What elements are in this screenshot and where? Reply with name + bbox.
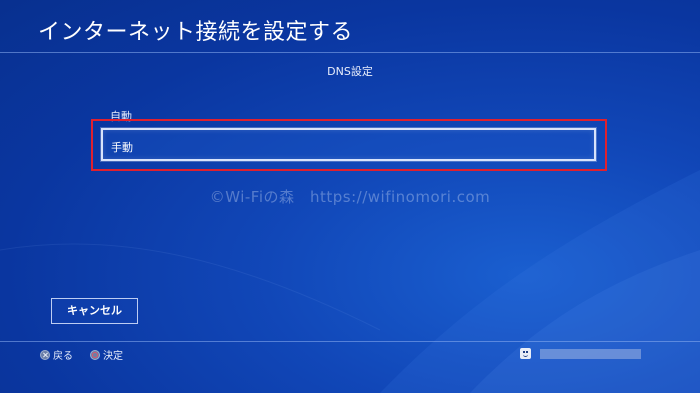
- hint-confirm-label: 決定: [103, 351, 123, 362]
- screen-subtitle: DNS設定: [327, 65, 373, 78]
- user-status: [520, 348, 641, 359]
- circle-button-icon: [90, 349, 100, 360]
- user-name-redacted: [540, 348, 641, 359]
- hint-back-label: 戻る: [53, 351, 73, 362]
- page-title: インターネット接続を設定する: [38, 20, 354, 45]
- cancel-button[interactable]: キャンセル: [51, 298, 138, 324]
- footer-divider: [0, 341, 700, 342]
- hint-confirm: 決定: [90, 347, 123, 362]
- header-bar: インターネット接続を設定する: [0, 0, 700, 53]
- watermark-text: ©Wi-Fiの森 https://wifinomori.com: [209, 188, 491, 206]
- user-face-icon: [520, 348, 531, 359]
- annotation-highlight-frame: [91, 119, 607, 171]
- hint-back: 戻る: [40, 347, 73, 362]
- cross-button-icon: [40, 349, 50, 360]
